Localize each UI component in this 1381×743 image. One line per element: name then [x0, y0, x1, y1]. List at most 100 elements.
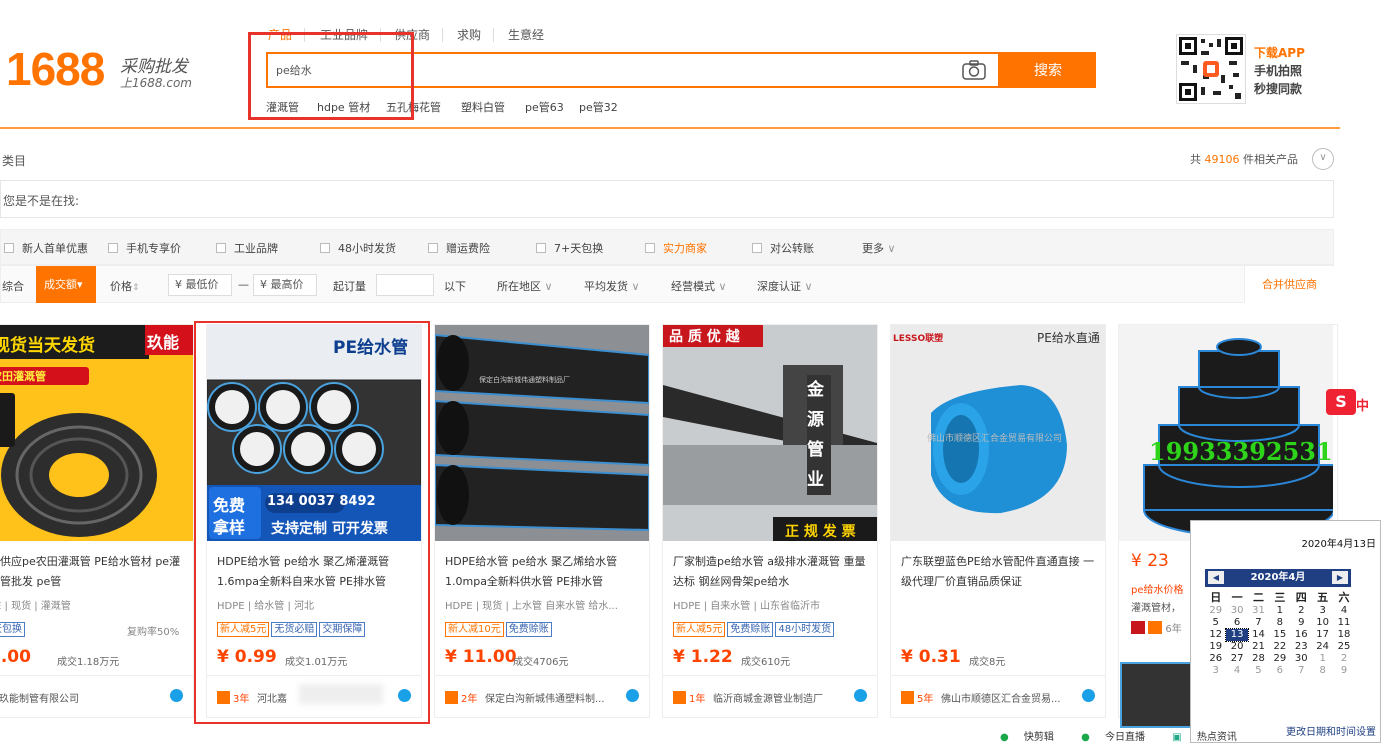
bottom-link[interactable]: ● 今日直播: [1081, 732, 1157, 743]
day[interactable]: 7: [1291, 665, 1312, 677]
filter-7day-exchange[interactable]: 7+天包换: [536, 240, 603, 256]
product-card[interactable]: 品 质 优 越 金源管业 正 规 发 票 厂家制造pe给水管 a级排水灌溉管 重…: [662, 324, 878, 718]
filter-region[interactable]: 所在地区 ∨: [497, 278, 553, 294]
search-button[interactable]: 搜索: [1000, 52, 1096, 88]
chat-icon[interactable]: [854, 689, 867, 702]
day[interactable]: 29: [1269, 653, 1290, 665]
day[interactable]: 5: [1205, 617, 1226, 629]
supplier-name[interactable]: 东玖能制管有限公司: [0, 690, 139, 705]
day[interactable]: 2: [1333, 653, 1354, 665]
product-card[interactable]: LESSO联塑 PE给水直通 佛山市顺德区汇合金贸易有限公司 广东联塑蓝色PE给…: [890, 324, 1106, 718]
day-selected[interactable]: 13: [1225, 628, 1249, 642]
chat-icon[interactable]: [170, 689, 183, 702]
day[interactable]: 3: [1205, 665, 1226, 677]
day[interactable]: 7: [1248, 617, 1269, 629]
hot-word[interactable]: 塑料白管: [461, 99, 505, 115]
day[interactable]: 9: [1291, 617, 1312, 629]
day[interactable]: 5: [1248, 665, 1269, 677]
prev-month-icon[interactable]: ◀: [1208, 571, 1224, 584]
product-card[interactable]: 现货当天发货 玖能 农田灌溉管 家供应pe农田灌溉管 PE给水管材 pe灌溉管批…: [0, 324, 194, 718]
day[interactable]: 1: [1269, 605, 1290, 617]
checkbox-icon[interactable]: [536, 243, 546, 253]
filter-industrial-brand[interactable]: 工业品牌: [216, 240, 278, 256]
day[interactable]: 4: [1333, 605, 1354, 617]
day[interactable]: 2: [1291, 605, 1312, 617]
checkbox-icon[interactable]: [645, 243, 655, 253]
product-image[interactable]: 保定白沟新城伟通塑料制品厂: [435, 325, 649, 541]
logo-1688[interactable]: 1688: [6, 42, 105, 96]
day[interactable]: 3: [1312, 605, 1333, 617]
bottom-link[interactable]: ● 快剪辑: [1000, 732, 1066, 743]
supplier-name[interactable]: 保定白沟新城伟通塑料制...: [485, 690, 635, 705]
checkbox-icon[interactable]: [108, 243, 118, 253]
product-image[interactable]: 现货当天发货 玖能 农田灌溉管: [0, 325, 193, 541]
chat-icon[interactable]: [1082, 689, 1095, 702]
thumbnail[interactable]: [1120, 662, 1194, 728]
day[interactable]: 20: [1226, 641, 1247, 653]
next-month-icon[interactable]: ▶: [1332, 571, 1348, 584]
filter-mobile-price[interactable]: 手机专享价: [108, 240, 181, 256]
collapse-icon[interactable]: ∨: [1312, 148, 1334, 170]
tab-purchase[interactable]: 求购: [445, 28, 495, 42]
day[interactable]: 6: [1226, 617, 1247, 629]
day[interactable]: 10: [1312, 617, 1333, 629]
day[interactable]: 18: [1333, 629, 1354, 641]
sort-turnover[interactable]: 成交额▾: [36, 266, 96, 303]
day[interactable]: 22: [1269, 641, 1290, 653]
day[interactable]: 8: [1269, 617, 1290, 629]
product-image[interactable]: 品 质 优 越 金源管业 正 规 发 票: [663, 325, 877, 541]
day[interactable]: 27: [1226, 653, 1247, 665]
moq-input[interactable]: [376, 274, 434, 296]
max-price-input[interactable]: ¥ 最高价: [253, 274, 317, 296]
day[interactable]: 23: [1291, 641, 1312, 653]
filter-strong-merchant[interactable]: 实力商家: [645, 240, 707, 256]
filter-depth-cert[interactable]: 深度认证 ∨: [757, 278, 813, 294]
product-image[interactable]: 19933392531: [1119, 325, 1333, 541]
day[interactable]: 29: [1205, 605, 1226, 617]
day[interactable]: 12: [1205, 629, 1226, 641]
checkbox-icon[interactable]: [4, 243, 14, 253]
camera-icon[interactable]: [962, 60, 986, 80]
sort-composite[interactable]: 综合: [2, 278, 24, 294]
day[interactable]: 8: [1312, 665, 1333, 677]
product-image[interactable]: LESSO联塑 PE给水直通 佛山市顺德区汇合金贸易有限公司: [891, 325, 1105, 541]
day[interactable]: 21: [1248, 641, 1269, 653]
day[interactable]: 19: [1205, 641, 1226, 653]
filter-shipping-insurance[interactable]: 赠运费险: [428, 240, 490, 256]
day[interactable]: 16: [1291, 629, 1312, 641]
product-title[interactable]: 家供应pe农田灌溉管 PE给水管材 pe灌溉管批发 pe管: [0, 552, 185, 592]
product-title[interactable]: 广东联塑蓝色PE给水管配件直通直接 一级代理厂价直销品质保证: [901, 552, 1097, 592]
filter-avg-ship[interactable]: 平均发货 ∨: [584, 278, 640, 294]
day[interactable]: 17: [1312, 629, 1333, 641]
sogou-icon[interactable]: S: [1326, 389, 1356, 415]
day[interactable]: 31: [1248, 605, 1269, 617]
day[interactable]: 30: [1226, 605, 1247, 617]
bottom-link[interactable]: ▣ 热点资讯: [1172, 732, 1249, 743]
filter-biz-mode[interactable]: 经营模式 ∨: [671, 278, 727, 294]
checkbox-icon[interactable]: [320, 243, 330, 253]
filter-48h-ship[interactable]: 48小时发货: [320, 240, 396, 256]
filter-corporate-transfer[interactable]: 对公转账: [752, 240, 814, 256]
day[interactable]: 4: [1226, 665, 1247, 677]
day[interactable]: 28: [1248, 653, 1269, 665]
product-title[interactable]: HDPE给水管 pe给水 聚乙烯给水管 1.0mpa全新料供水管 PE排水管: [445, 552, 641, 592]
checkbox-icon[interactable]: [752, 243, 762, 253]
product-card[interactable]: 保定白沟新城伟通塑料制品厂 HDPE给水管 pe给水 聚乙烯给水管 1.0mpa…: [434, 324, 650, 718]
filter-more[interactable]: 更多 ∨: [862, 240, 896, 256]
supplier-name[interactable]: 临沂商城金源管业制造厂: [713, 690, 863, 705]
day[interactable]: 24: [1312, 641, 1333, 653]
product-title[interactable]: 厂家制造pe给水管 a级排水灌溉管 重量达标 钢丝网骨架pe给水: [673, 552, 869, 592]
day[interactable]: 9: [1333, 665, 1354, 677]
day[interactable]: 6: [1269, 665, 1290, 677]
checkbox-icon[interactable]: [216, 243, 226, 253]
day[interactable]: 11: [1333, 617, 1354, 629]
product-title[interactable]: pe给水价格: [1131, 581, 1184, 596]
hot-word[interactable]: pe管63: [525, 99, 564, 115]
change-datetime-link[interactable]: 更改日期和时间设置: [1286, 723, 1376, 738]
download-app-label[interactable]: 下载APP: [1254, 44, 1305, 61]
day[interactable]: 30: [1291, 653, 1312, 665]
chat-icon[interactable]: [626, 689, 639, 702]
tab-business-tips[interactable]: 生意经: [496, 28, 556, 42]
day[interactable]: 14: [1248, 629, 1269, 641]
day[interactable]: 15: [1269, 629, 1290, 641]
